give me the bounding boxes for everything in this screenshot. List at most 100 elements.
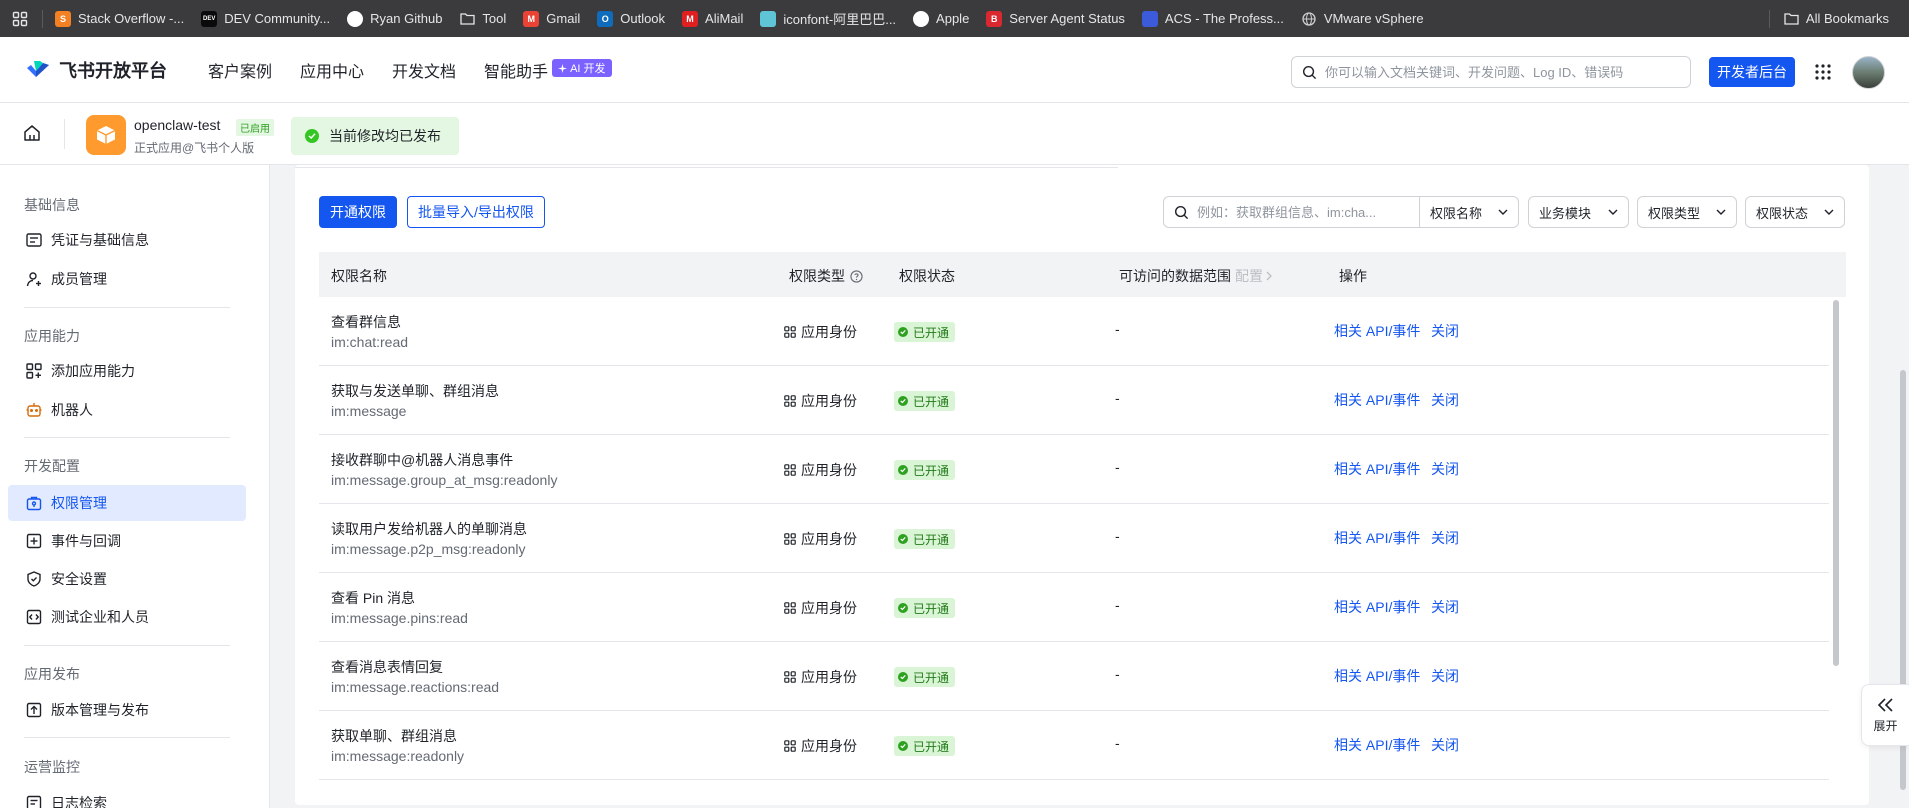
sidebar-divider bbox=[24, 737, 230, 738]
test-icon bbox=[25, 609, 42, 626]
status-label: 已开通 bbox=[913, 325, 950, 340]
app-name[interactable]: openclaw-test bbox=[134, 117, 220, 133]
table-scrollbar[interactable] bbox=[1833, 300, 1839, 666]
bookmark-item[interactable]: M Gmail bbox=[523, 10, 580, 27]
close-permission-link[interactable]: 关闭 bbox=[1431, 459, 1459, 479]
doc-search-box[interactable] bbox=[1291, 56, 1691, 88]
status-badge: 已开通 bbox=[894, 736, 956, 756]
app-identity-icon bbox=[784, 326, 796, 338]
bookmark-item[interactable]: ACS - The Profess... bbox=[1141, 10, 1284, 27]
filter-permission-status-dropdown[interactable]: 权限状态 bbox=[1745, 196, 1845, 228]
close-permission-link[interactable]: 关闭 bbox=[1431, 735, 1459, 755]
brand-logo[interactable]: 飞书开放平台 bbox=[25, 57, 167, 83]
check-circle-icon bbox=[898, 741, 908, 751]
expand-panel-button[interactable]: 展开 bbox=[1861, 684, 1909, 746]
batch-import-export-button[interactable]: 批量导入/导出权限 bbox=[407, 196, 545, 228]
developer-console-button[interactable]: 开发者后台 bbox=[1709, 57, 1795, 87]
bookmark-item[interactable]: S Stack Overflow -... bbox=[55, 10, 185, 27]
nav-dev-docs[interactable]: 开发文档 bbox=[392, 58, 456, 82]
status-badge: 已开通 bbox=[894, 667, 956, 687]
all-bookmarks-label: All Bookmarks bbox=[1805, 11, 1889, 26]
permission-search-input[interactable] bbox=[1197, 204, 1417, 220]
sidebar-item-add-capability[interactable]: 添加应用能力 bbox=[8, 353, 246, 389]
related-api-link[interactable]: 相关 API/事件 bbox=[1334, 321, 1420, 341]
publish-status-banner: 当前修改均已发布 bbox=[291, 117, 459, 155]
sidebar-item-label: 权限管理 bbox=[51, 495, 107, 511]
expand-label: 展开 bbox=[1873, 718, 1898, 733]
related-api-link[interactable]: 相关 API/事件 bbox=[1334, 735, 1420, 755]
sidebar-item-label: 凭证与基础信息 bbox=[51, 232, 149, 248]
permission-name: 查看消息表情回复 bbox=[331, 659, 443, 675]
bookmark-item[interactable]: Apple bbox=[913, 10, 969, 27]
sidebar-item-security[interactable]: 安全设置 bbox=[8, 561, 246, 597]
user-avatar[interactable] bbox=[1852, 56, 1885, 89]
sidebar-item-log-search[interactable]: 日志检索 bbox=[8, 785, 246, 808]
sidebar-item-label: 事件与回调 bbox=[51, 533, 121, 549]
related-api-link[interactable]: 相关 API/事件 bbox=[1334, 597, 1420, 617]
globe-icon bbox=[1301, 11, 1317, 27]
app-identity-icon bbox=[784, 671, 796, 683]
header-data-scope: 可访问的数据范围 配置 bbox=[1119, 266, 1272, 286]
bookmark-item[interactable]: VMware vSphere bbox=[1301, 11, 1424, 27]
all-bookmarks[interactable]: All Bookmarks bbox=[1768, 0, 1889, 37]
related-api-link[interactable]: 相关 API/事件 bbox=[1334, 528, 1420, 548]
bookmark-item[interactable]: O Outlook bbox=[597, 10, 666, 27]
related-api-link[interactable]: 相关 API/事件 bbox=[1334, 666, 1420, 686]
github-icon bbox=[347, 10, 364, 27]
sidebar-item-credentials[interactable]: 凭证与基础信息 bbox=[8, 222, 246, 258]
close-permission-link[interactable]: 关闭 bbox=[1431, 390, 1459, 410]
bookmark-item[interactable]: Ryan Github bbox=[347, 10, 442, 27]
chevron-down-icon bbox=[1498, 209, 1508, 215]
bookmark-label: Stack Overflow -... bbox=[78, 11, 185, 26]
sidebar-group-capability: 应用能力 bbox=[24, 328, 80, 344]
table-row: 读取用户发给机器人的单聊消息 im:message.p2p_msg:readonl… bbox=[319, 504, 1829, 573]
search-icon bbox=[1302, 65, 1317, 80]
publish-status-text: 当前修改均已发布 bbox=[329, 128, 441, 144]
apps-grid-icon[interactable] bbox=[12, 11, 28, 27]
chevron-down-icon bbox=[1608, 209, 1618, 215]
close-permission-link[interactable]: 关闭 bbox=[1431, 528, 1459, 548]
permission-search-box[interactable] bbox=[1163, 196, 1420, 228]
close-permission-link[interactable]: 关闭 bbox=[1431, 666, 1459, 686]
sidebar-item-test-tenants[interactable]: 测试企业和人员 bbox=[8, 599, 246, 635]
permission-type-label: 应用身份 bbox=[801, 531, 857, 547]
header-permission-name: 权限名称 bbox=[331, 268, 387, 284]
related-api-link[interactable]: 相关 API/事件 bbox=[1334, 459, 1420, 479]
nav-ai-assistant[interactable]: 智能助手 AI 开发 bbox=[484, 58, 612, 82]
ai-badge-label: AI 开发 bbox=[570, 63, 606, 75]
scope-config-link[interactable]: 配置 bbox=[1235, 266, 1263, 286]
data-scope-value: - bbox=[1115, 597, 1120, 613]
check-circle-icon bbox=[898, 396, 908, 406]
doc-search-input[interactable] bbox=[1325, 64, 1675, 80]
status-label: 已开通 bbox=[913, 463, 950, 478]
sidebar-item-members[interactable]: 成员管理 bbox=[8, 261, 246, 297]
filter-business-module-dropdown[interactable]: 业务模块 bbox=[1528, 196, 1629, 228]
home-icon[interactable] bbox=[23, 124, 41, 142]
open-permission-button[interactable]: 开通权限 bbox=[319, 196, 397, 228]
bookmark-item[interactable]: M AliMail bbox=[682, 10, 743, 27]
close-permission-link[interactable]: 关闭 bbox=[1431, 321, 1459, 341]
help-icon[interactable] bbox=[850, 269, 863, 283]
sidebar-item-versions[interactable]: 版本管理与发布 bbox=[8, 692, 246, 728]
bookmark-item[interactable]: DEV DEV Community... bbox=[201, 10, 330, 27]
nav-customer-cases[interactable]: 客户案例 bbox=[208, 58, 272, 82]
folder-icon bbox=[459, 11, 475, 27]
sidebar-item-events[interactable]: 事件与回调 bbox=[8, 523, 246, 559]
bookmark-item[interactable]: iconfont-阿里巴巴... bbox=[760, 9, 896, 28]
nav-app-center[interactable]: 应用中心 bbox=[300, 58, 364, 82]
bookmark-label: Outlook bbox=[620, 11, 666, 26]
sidebar-item-robot[interactable]: 机器人 bbox=[8, 392, 246, 428]
brand-title: 飞书开放平台 bbox=[59, 61, 167, 81]
permission-type: 应用身份 bbox=[784, 322, 857, 342]
close-permission-link[interactable]: 关闭 bbox=[1431, 597, 1459, 617]
bookmark-item[interactable]: B Server Agent Status bbox=[986, 10, 1125, 27]
sidebar-item-label: 成员管理 bbox=[51, 271, 107, 287]
app-status-badge: 已启用 bbox=[236, 119, 274, 136]
bookmark-item[interactable]: Tool bbox=[459, 11, 506, 27]
app-launcher-icon[interactable] bbox=[1814, 63, 1832, 81]
filter-permission-name-dropdown[interactable]: 权限名称 bbox=[1420, 196, 1519, 228]
related-api-link[interactable]: 相关 API/事件 bbox=[1334, 390, 1420, 410]
sidebar-item-permissions[interactable]: 权限管理 bbox=[8, 485, 246, 521]
bookmarks-bar: S Stack Overflow -... DEV DEV Community... R… bbox=[0, 0, 1909, 37]
filter-permission-type-dropdown[interactable]: 权限类型 bbox=[1637, 196, 1737, 228]
